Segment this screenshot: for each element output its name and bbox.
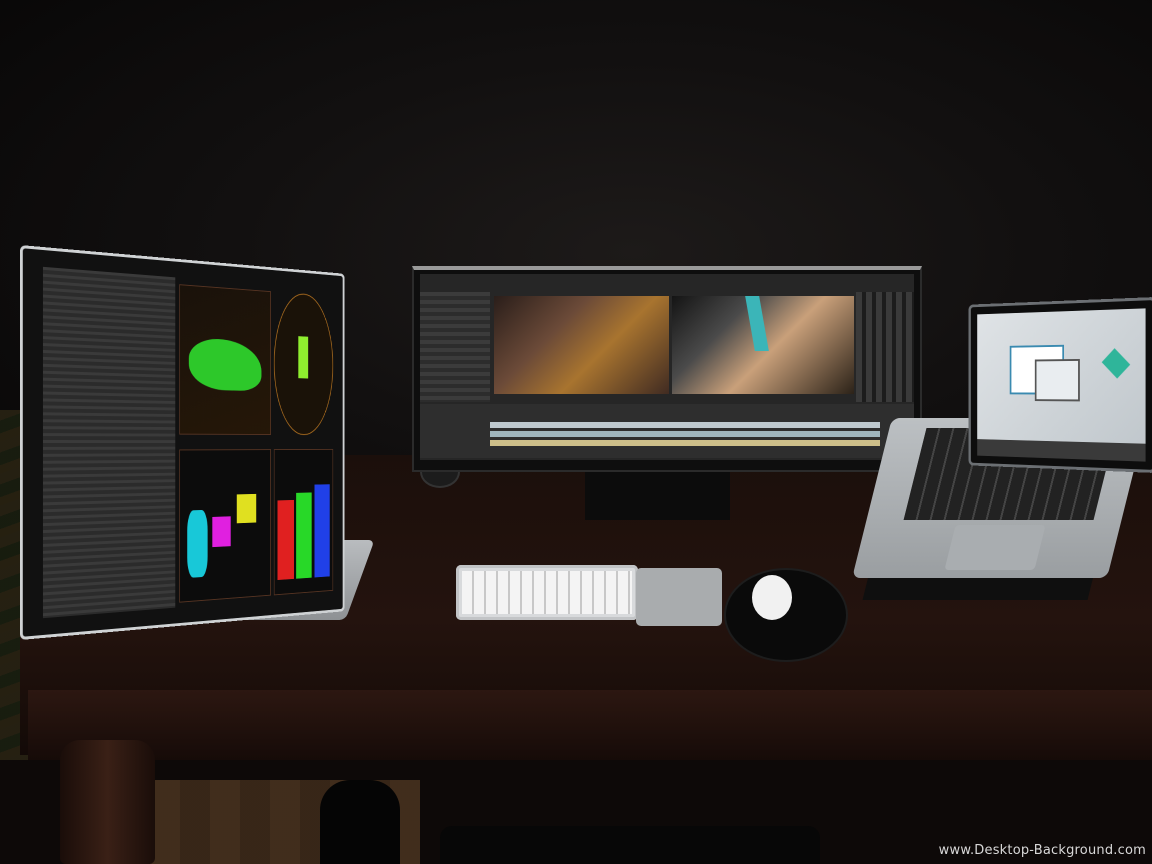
laptop-taskbar (977, 439, 1146, 462)
app-window (1034, 358, 1080, 402)
desk-leg (60, 740, 155, 864)
project-panel (42, 266, 176, 619)
effect-controls-panel (420, 292, 490, 402)
wireless-keyboard (456, 565, 638, 620)
ycbcr-parade (179, 448, 271, 603)
laptop-trackpad (944, 525, 1046, 570)
left-monitor (20, 245, 345, 640)
audio-meters (856, 292, 914, 402)
center-monitor (412, 266, 922, 472)
desk-edge (28, 690, 1152, 760)
timeline-track (490, 440, 880, 446)
video-scopes (175, 277, 335, 608)
vectorscope (273, 291, 333, 436)
laptop-screen (977, 308, 1146, 462)
laptop-display (968, 297, 1152, 473)
monitor-brand-logo (650, 466, 672, 476)
center-monitor-screen (420, 274, 914, 460)
waveform-scope (179, 284, 271, 435)
keyboard-keys (462, 571, 632, 614)
timeline (420, 404, 914, 458)
magic-mouse (752, 575, 792, 620)
timeline-track (490, 422, 880, 428)
left-monitor-screen (42, 266, 335, 619)
mail-icon (1101, 348, 1131, 379)
watermark-text: www.Desktop-Background.com (938, 843, 1146, 858)
rgb-parade (273, 448, 333, 596)
chair (320, 780, 400, 864)
source-monitor (494, 296, 669, 394)
timeline-track (490, 431, 880, 437)
magic-trackpad (636, 568, 722, 626)
bag (440, 826, 820, 864)
